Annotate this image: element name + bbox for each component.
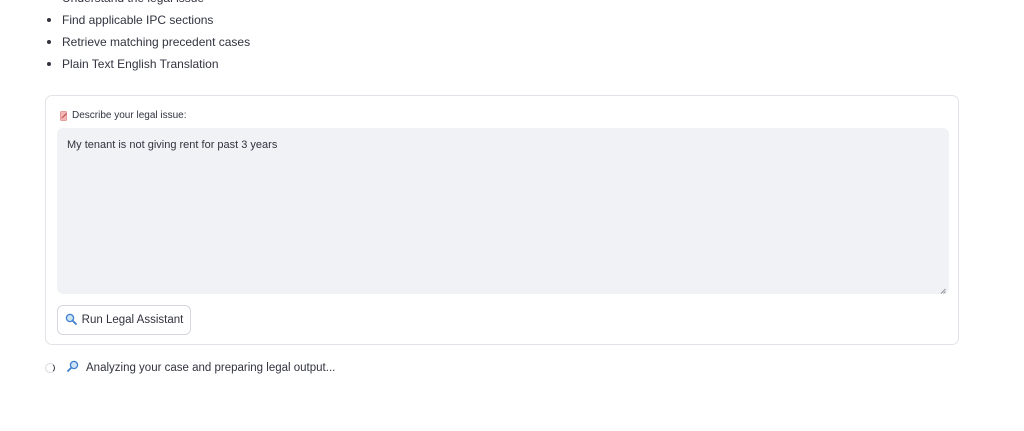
magnifier-right-icon	[67, 360, 79, 375]
run-button-label: Run Legal Assistant	[81, 314, 184, 326]
legal-issue-textarea[interactable]: My tenant is not giving rent for past 3 …	[57, 128, 949, 294]
feature-list: Understand the legal issue Find applicab…	[45, 0, 250, 75]
resize-handle-icon[interactable]	[940, 285, 946, 294]
page: Understand the legal issue Find applicab…	[0, 0, 1024, 431]
field-label: Describe your legal issue:	[60, 110, 187, 121]
list-item: Find applicable IPC sections	[46, 9, 250, 31]
magnifier-left-icon	[65, 313, 77, 328]
list-item: Plain Text English Translation	[46, 53, 250, 75]
list-item: Retrieve matching precedent cases	[46, 31, 250, 53]
status-text: Analyzing your case and preparing legal …	[86, 361, 336, 374]
textarea-value: My tenant is not giving rent for past 3 …	[67, 139, 278, 151]
list-item: Understand the legal issue	[62, 0, 250, 9]
field-label-text: Describe your legal issue:	[72, 110, 187, 121]
status-row: Analyzing your case and preparing legal …	[45, 360, 335, 375]
legal-issue-form: Describe your legal issue: My tenant is …	[45, 95, 959, 345]
memo-icon	[60, 110, 68, 121]
run-legal-assistant-button[interactable]: Run Legal Assistant	[57, 305, 191, 335]
loading-spinner-icon	[45, 362, 55, 373]
